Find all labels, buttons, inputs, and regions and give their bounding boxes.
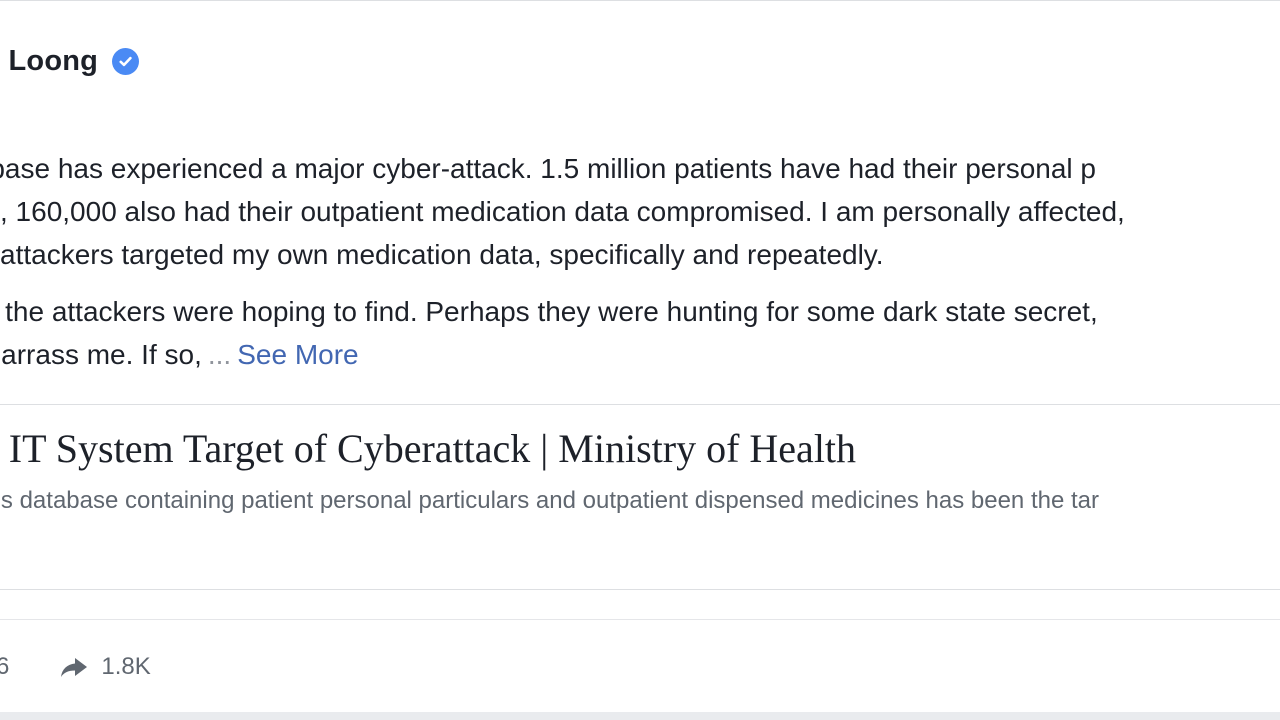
post-body: tabase has experienced a major cyber-att… (0, 147, 1280, 376)
post-body-line: nbarrass me. If so, (0, 339, 202, 370)
post-body-line: at the attackers were hoping to find. Pe… (0, 296, 1098, 327)
feed-background (0, 712, 1280, 720)
verified-badge-icon (112, 47, 140, 75)
engagement-stats: 6 1.8K (0, 649, 151, 685)
post-body-last-line: nbarrass me. If so,...See More (0, 333, 1280, 376)
ellipsis: ... (207, 339, 232, 370)
share-arrow-icon[interactable] (59, 655, 89, 679)
share-count[interactable]: 1.8K (101, 653, 150, 681)
divider (0, 619, 1280, 620)
comment-count[interactable]: 6 (0, 653, 9, 681)
post-header: en Loong (0, 41, 140, 81)
see-more-link[interactable]: See More (237, 339, 358, 370)
link-preview-title[interactable]: 's IT System Target of Cyberattack | Min… (0, 425, 856, 472)
post-card: en Loong tabase has experienced a major … (0, 0, 1280, 713)
post-body-line: attackers targeted my own medication dat… (0, 239, 884, 270)
link-preview-description: th’s database containing patient persona… (0, 487, 1099, 514)
post-body-line: , 160,000 also had their outpatient medi… (0, 196, 1125, 227)
post-body-line: tabase has experienced a major cyber-att… (0, 153, 1096, 184)
link-preview-card[interactable]: 's IT System Target of Cyberattack | Min… (0, 404, 1280, 590)
author-name[interactable]: en Loong (0, 45, 98, 78)
